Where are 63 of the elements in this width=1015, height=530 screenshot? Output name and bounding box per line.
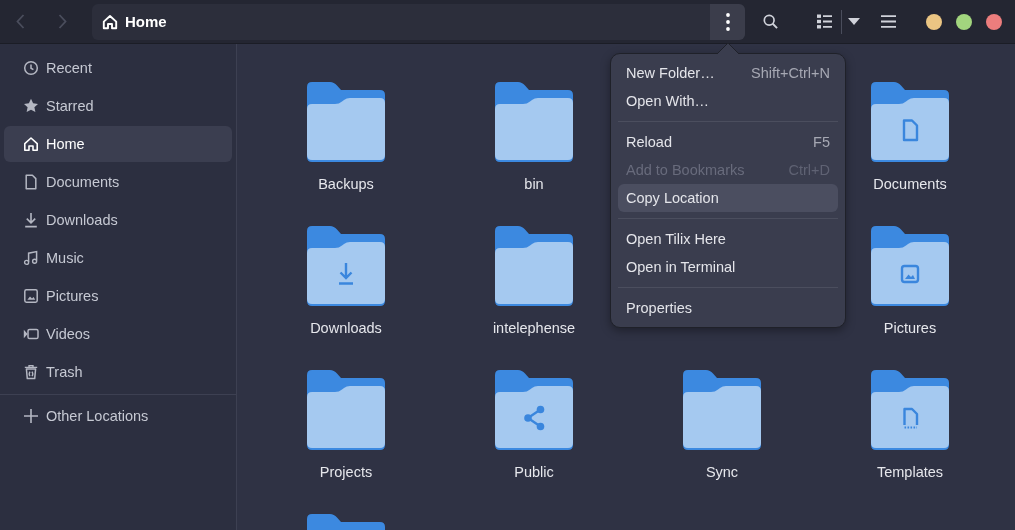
document-icon — [23, 174, 39, 190]
folder-icon[interactable] — [307, 370, 385, 450]
more-options-button[interactable] — [710, 3, 745, 40]
list-view-icon — [816, 14, 832, 29]
sidebar-item[interactable]: Trash — [4, 354, 232, 390]
folder-label[interactable]: intelephense — [492, 318, 576, 338]
sidebar-item[interactable]: Videos — [4, 316, 232, 352]
folder-label[interactable]: Downloads — [310, 318, 382, 338]
menu-item[interactable]: Reload F5 — [618, 128, 838, 156]
video-camera-icon — [23, 326, 39, 342]
sidebar-item[interactable]: Music — [4, 240, 232, 276]
chevron-right-icon — [57, 14, 67, 29]
menu-item[interactable]: Copy Location — [618, 184, 838, 212]
path-label[interactable]: Home — [125, 13, 167, 30]
document-folder-icon[interactable] — [871, 82, 949, 162]
template-folder-icon[interactable] — [871, 370, 949, 450]
folder-icon[interactable] — [495, 82, 573, 162]
sidebar-item[interactable]: Home — [4, 126, 232, 162]
folder-label[interactable]: Public — [514, 462, 554, 482]
sidebar-item[interactable]: Documents — [4, 164, 232, 200]
menu-item[interactable]: Open in Terminal — [618, 253, 838, 281]
menu-item[interactable]: New Folder… Shift+Ctrl+N — [618, 59, 838, 87]
caret-icon — [847, 18, 860, 25]
star-icon — [23, 98, 39, 114]
sidebar-item[interactable]: Recent — [4, 50, 232, 86]
plus-icon — [23, 408, 39, 424]
trash-icon — [23, 364, 39, 380]
folder-label[interactable]: Templates — [876, 462, 944, 482]
folder-label[interactable]: Documents — [873, 174, 947, 194]
path-bar[interactable]: Home — [92, 3, 745, 40]
picture-icon — [23, 288, 39, 304]
folder-icon[interactable] — [683, 370, 761, 450]
folder-label[interactable]: bin — [524, 174, 544, 194]
search-icon — [762, 14, 778, 29]
kebab-icon — [725, 12, 730, 31]
download-icon — [23, 212, 39, 228]
sidebar-item[interactable]: Starred — [4, 88, 232, 124]
sidebar-item[interactable]: Pictures — [4, 278, 232, 314]
folder-label[interactable]: Pictures — [883, 318, 937, 338]
sidebar-item[interactable]: Downloads — [4, 202, 232, 238]
folder-label[interactable]: Projects — [319, 462, 373, 482]
folder-label[interactable]: Backups — [318, 174, 374, 194]
download-folder-icon[interactable] — [307, 226, 385, 306]
home-icon — [102, 13, 118, 30]
shortcut-label: Shift+Ctrl+N — [751, 65, 830, 81]
sidebar-item[interactable]: Other Locations — [4, 398, 232, 434]
clock-icon — [23, 60, 39, 76]
window-control-button[interactable] — [956, 13, 972, 30]
shortcut-label: F5 — [813, 134, 830, 150]
menu-item[interactable]: Open Tilix Here — [618, 225, 838, 253]
picture-folder-icon[interactable] — [871, 226, 949, 306]
menu-icon — [880, 15, 896, 28]
window-control-button[interactable] — [926, 13, 942, 30]
folder-label[interactable]: Sync — [705, 462, 739, 482]
home-icon — [23, 136, 39, 152]
folder-icon[interactable] — [495, 226, 573, 306]
menu-item[interactable]: Properties — [618, 294, 838, 322]
window-control-button[interactable] — [986, 13, 1002, 30]
music-note-icon — [23, 250, 39, 266]
chevron-left-icon — [15, 14, 25, 29]
share-folder-icon[interactable] — [495, 370, 573, 450]
folder-icon[interactable] — [307, 82, 385, 162]
menu-item[interactable]: Open With… — [618, 87, 838, 115]
